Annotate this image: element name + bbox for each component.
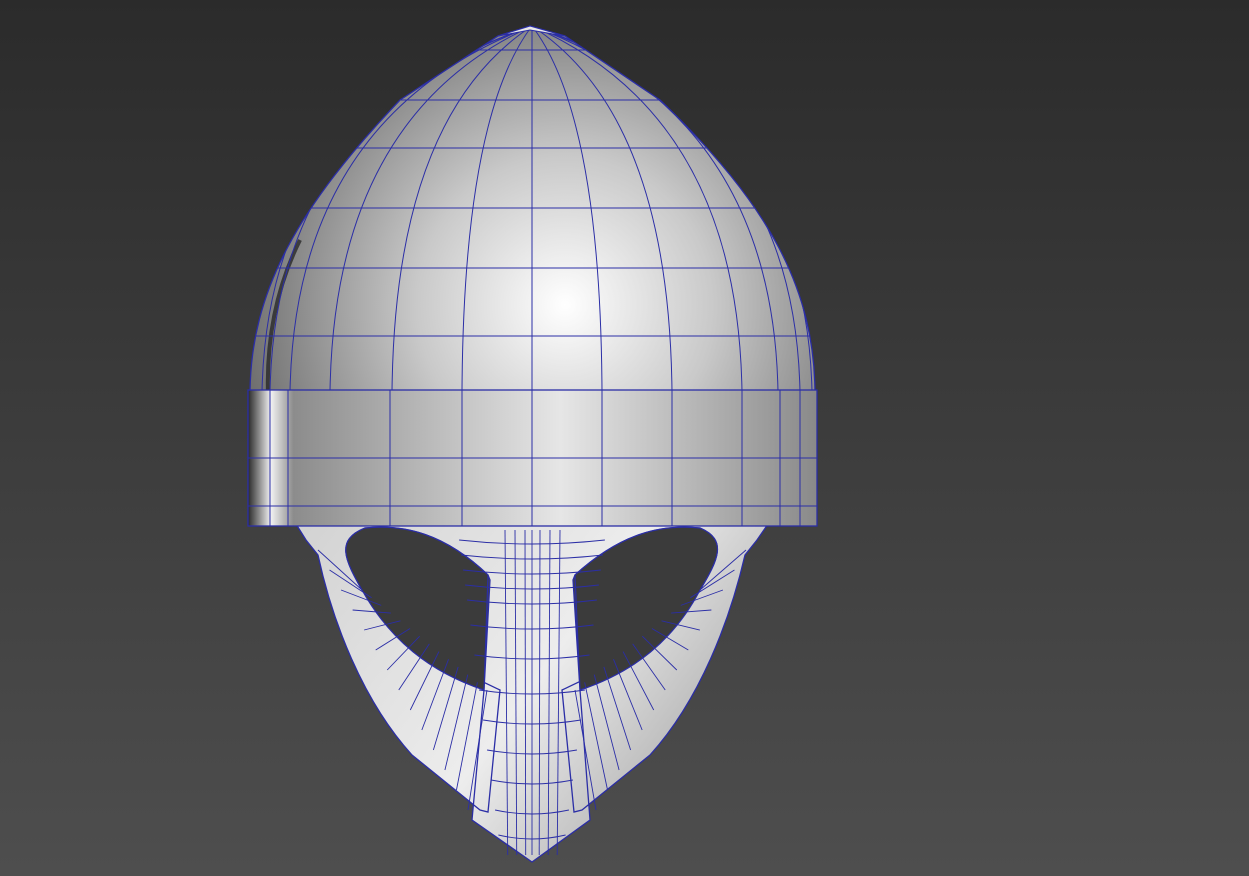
3d-viewport[interactable] [0,0,1249,876]
helmet-rim-band[interactable] [247,389,818,527]
